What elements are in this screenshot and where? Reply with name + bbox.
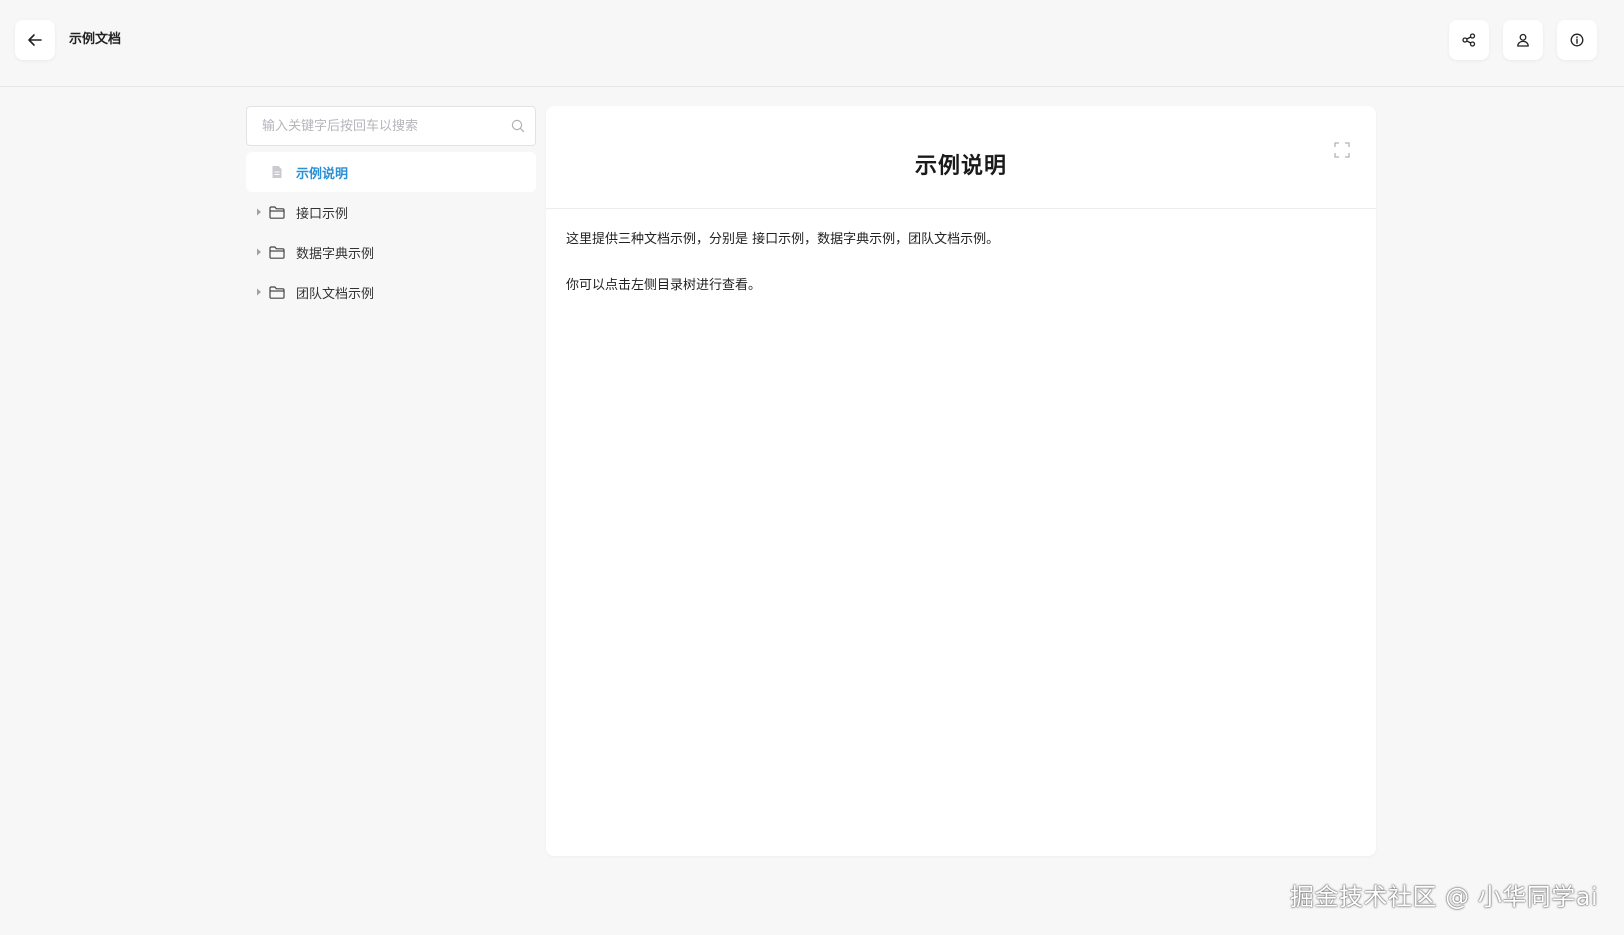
folder-icon — [268, 245, 286, 259]
document-title: 示例文档 — [69, 32, 122, 47]
tree-item-team-doc-examples[interactable]: 团队文档示例 — [246, 272, 536, 312]
watermark: 掘金技术社区 @ 小华同学ai — [1290, 883, 1599, 911]
tree-item-data-dictionary-examples[interactable]: 数据字典示例 — [246, 232, 536, 272]
caret-right-icon[interactable] — [252, 288, 266, 296]
document-icon — [268, 165, 286, 179]
back-button[interactable] — [15, 20, 55, 60]
arrow-left-icon — [28, 34, 42, 46]
tree-item-label: 示例说明 — [296, 166, 349, 182]
caret-right-icon[interactable] — [252, 208, 266, 216]
content-body: 这里提供三种文档示例，分别是 接口示例，数据字典示例，团队文档示例。 你可以点击… — [546, 209, 1376, 345]
content-paragraph: 这里提供三种文档示例，分别是 接口示例，数据字典示例，团队文档示例。 — [566, 232, 1000, 247]
tree-item-example-description[interactable]: 示例说明 — [246, 152, 536, 192]
search-input[interactable] — [247, 107, 535, 145]
tree-item-label: 数据字典示例 — [296, 246, 375, 262]
info-button[interactable] — [1557, 20, 1597, 60]
document-content: 示例说明 这里提供三种文档示例，分别是 接口示例，数据字典示例，团队文档示例。 … — [546, 106, 1376, 856]
search-icon[interactable] — [511, 119, 525, 133]
directory-tree: 示例说明 接口示例 数据字典示例 团队文档示例 — [246, 152, 536, 312]
share-icon — [1462, 33, 1476, 47]
user-button[interactable] — [1503, 20, 1543, 60]
folder-icon — [268, 285, 286, 299]
tree-item-label: 团队文档示例 — [296, 286, 375, 302]
info-icon — [1570, 33, 1584, 47]
content-title: 示例说明 — [914, 154, 1007, 179]
content-paragraph: 你可以点击左侧目录树进行查看。 — [566, 278, 762, 293]
top-bar: 示例文档 — [0, 0, 1624, 87]
search-box — [246, 106, 536, 146]
tree-item-label: 接口示例 — [296, 206, 349, 222]
tree-item-api-examples[interactable]: 接口示例 — [246, 192, 536, 232]
sidebar: 示例说明 接口示例 数据 — [246, 106, 536, 312]
fullscreen-icon[interactable] — [1334, 142, 1350, 158]
content-header: 示例说明 — [546, 106, 1376, 209]
folder-icon — [268, 205, 286, 219]
caret-right-icon[interactable] — [252, 248, 266, 256]
user-icon — [1517, 33, 1529, 47]
share-button[interactable] — [1449, 20, 1489, 60]
